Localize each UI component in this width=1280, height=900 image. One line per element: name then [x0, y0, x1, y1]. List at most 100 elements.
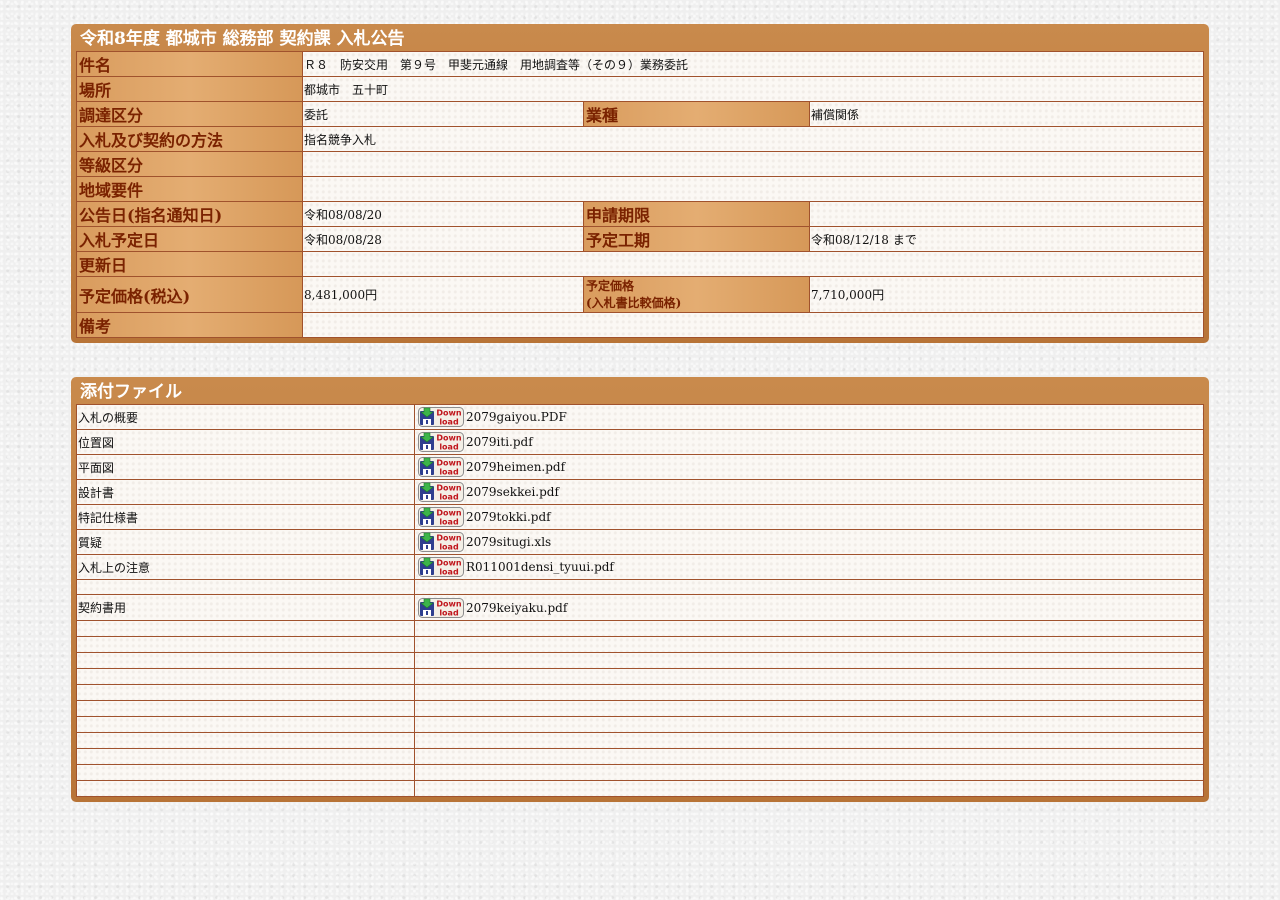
empty-cell — [414, 716, 1204, 733]
empty-cell — [414, 748, 1204, 765]
empty-cell — [414, 780, 1204, 797]
attachment-label: 特記仕様書 — [76, 504, 415, 530]
planned-price-value: 8,481,000円 — [302, 276, 584, 313]
update-date-label: 更新日 — [76, 251, 303, 277]
attachment-filename[interactable]: 2079situgi.xls — [466, 535, 551, 549]
empty-cell — [414, 652, 1204, 669]
empty-row — [76, 716, 1204, 733]
procurement-type-value: 委託 — [302, 101, 584, 127]
attachment-row: 入札上の注意 Down load R011001densi_tyuui.pdf — [76, 554, 1204, 580]
contract-document-label: 契約書用 — [76, 594, 415, 621]
download-icon[interactable]: Down load — [418, 482, 464, 502]
contract-document-filename[interactable]: 2079keiyaku.pdf — [466, 601, 567, 615]
notice-title: 令和8年度 都城市 総務部 契約課 入札公告 — [80, 29, 405, 49]
empty-cell — [414, 700, 1204, 717]
svg-text:Down: Down — [436, 484, 462, 493]
empty-cell — [414, 579, 1204, 595]
empty-cell — [76, 780, 415, 797]
attachments-table: 入札の概要 Down load 2079gaiyou.PDF 位置図 Down loa… — [76, 404, 1204, 797]
empty-cell — [76, 764, 415, 781]
contract-document-file-cell: Down load 2079keiyaku.pdf — [414, 594, 1204, 621]
remarks-value — [302, 312, 1204, 338]
subject-label: 件名 — [76, 51, 303, 77]
empty-cell — [76, 732, 415, 749]
attachment-filename[interactable]: 2079iti.pdf — [466, 435, 533, 449]
grade-label: 等級区分 — [76, 151, 303, 177]
grade-value — [302, 151, 1204, 177]
svg-text:Down: Down — [436, 409, 462, 418]
empty-row — [76, 732, 1204, 749]
empty-cell — [76, 668, 415, 685]
attachment-file-cell: Down load R011001densi_tyuui.pdf — [414, 554, 1204, 580]
empty-row — [76, 652, 1204, 669]
attachments-panel: 添付ファイル 入札の概要 Down load 2079gaiyou.PDF 位置図 … — [71, 377, 1209, 802]
remarks-label: 備考 — [76, 312, 303, 338]
attachments-title: 添付ファイル — [80, 382, 182, 402]
bid-date-value: 令和08/08/28 — [302, 226, 584, 252]
planned-price-label: 予定価格(税込) — [76, 276, 303, 313]
svg-text:load: load — [439, 568, 459, 577]
bid-date-label: 入札予定日 — [76, 226, 303, 252]
attachment-row: 入札の概要 Down load 2079gaiyou.PDF — [76, 404, 1204, 430]
empty-row — [76, 668, 1204, 685]
download-icon[interactable]: Down load — [418, 432, 464, 452]
empty-cell — [76, 716, 415, 733]
update-date-value — [302, 251, 1204, 277]
attachment-row: 平面図 Down load 2079heimen.pdf — [76, 454, 1204, 480]
attachment-filename[interactable]: R011001densi_tyuui.pdf — [466, 560, 614, 574]
attachment-spacer-row — [76, 579, 1204, 595]
attachment-filename[interactable]: 2079tokki.pdf — [466, 510, 551, 524]
download-icon[interactable]: Down load — [418, 532, 464, 552]
svg-text:Down: Down — [436, 534, 462, 543]
empty-row — [76, 780, 1204, 797]
svg-text:load: load — [439, 608, 459, 617]
attachment-file-cell: Down load 2079iti.pdf — [414, 429, 1204, 455]
attachment-filename[interactable]: 2079sekkei.pdf — [466, 485, 559, 499]
attachment-file-cell: Down load 2079sekkei.pdf — [414, 479, 1204, 505]
svg-text:load: load — [439, 468, 459, 477]
announcement-date-value: 令和08/08/20 — [302, 201, 584, 227]
svg-text:load: load — [439, 543, 459, 552]
region-requirement-value — [302, 176, 1204, 202]
attachment-filename[interactable]: 2079gaiyou.PDF — [466, 410, 567, 424]
bid-notice-panel: 令和8年度 都城市 総務部 契約課 入札公告 件名 Ｒ８ 防安交用 第９号 甲斐… — [71, 24, 1209, 343]
construction-period-value: 令和08/12/18 まで — [809, 226, 1204, 252]
empty-row — [76, 764, 1204, 781]
download-icon[interactable]: Down load — [418, 557, 464, 577]
attachment-label: 位置図 — [76, 429, 415, 455]
svg-text:Down: Down — [436, 459, 462, 468]
download-icon[interactable]: Down load — [418, 407, 464, 427]
industry-value: 補償関係 — [809, 101, 1204, 127]
contract-method-label: 入札及び契約の方法 — [76, 126, 303, 152]
svg-text:Down: Down — [436, 434, 462, 443]
contract-method-value: 指名競争入札 — [302, 126, 1204, 152]
attachment-file-cell: Down load 2079heimen.pdf — [414, 454, 1204, 480]
attachment-file-cell: Down load 2079situgi.xls — [414, 529, 1204, 555]
empty-row — [76, 700, 1204, 717]
attachment-filename[interactable]: 2079heimen.pdf — [466, 460, 565, 474]
svg-text:load: load — [439, 493, 459, 502]
procurement-type-label: 調達区分 — [76, 101, 303, 127]
empty-row — [76, 620, 1204, 637]
download-icon[interactable]: Down load — [418, 597, 464, 618]
empty-cell — [76, 636, 415, 653]
download-icon[interactable]: Down load — [418, 507, 464, 527]
notice-table: 件名 Ｒ８ 防安交用 第９号 甲斐元通線 用地調査等（その９）業務委託 場所 都… — [76, 51, 1204, 338]
empty-cell — [76, 652, 415, 669]
empty-cell — [76, 620, 415, 637]
download-icon[interactable]: Down load — [418, 457, 464, 477]
comparison-price-value: 7,710,000円 — [809, 276, 1204, 313]
attachment-row: 特記仕様書 Down load 2079tokki.pdf — [76, 504, 1204, 530]
attachment-row: 位置図 Down load 2079iti.pdf — [76, 429, 1204, 455]
svg-text:Down: Down — [436, 559, 462, 568]
subject-value: Ｒ８ 防安交用 第９号 甲斐元通線 用地調査等（その９）業務委託 — [302, 51, 1204, 77]
svg-text:load: load — [439, 443, 459, 452]
comparison-price-label-line2: (入札書比較価格) — [586, 295, 682, 310]
attachment-row: 設計書 Down load 2079sekkei.pdf — [76, 479, 1204, 505]
attachment-label: 入札の概要 — [76, 404, 415, 430]
attachment-label: 質疑 — [76, 529, 415, 555]
attachment-file-cell: Down load 2079gaiyou.PDF — [414, 404, 1204, 430]
empty-row — [76, 636, 1204, 653]
svg-text:load: load — [439, 518, 459, 527]
attachment-row: 質疑 Down load 2079situgi.xls — [76, 529, 1204, 555]
